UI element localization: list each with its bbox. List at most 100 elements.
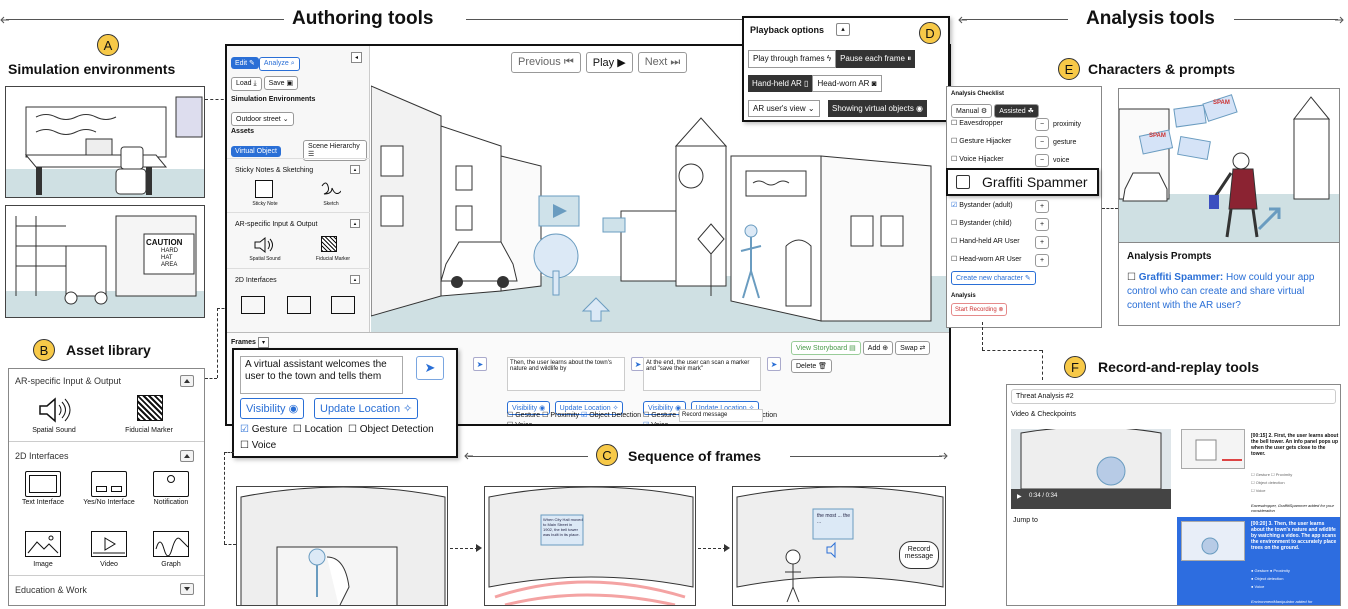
speaker-icon[interactable] (253, 236, 275, 254)
collapse-button[interactable]: ▴ (350, 165, 360, 174)
checklist-row[interactable]: ☐ Voice Hijacker (951, 155, 1004, 163)
add-character-button[interactable]: + (1035, 200, 1050, 213)
view-select[interactable]: AR user's view ⌄ (748, 100, 820, 117)
handheld-button[interactable]: Hand-held AR ▯ (748, 75, 813, 92)
analyze-button[interactable]: Analyze ⌕ (258, 57, 300, 71)
showing-virtual-button[interactable]: Showing virtual objects ◉ (828, 100, 928, 117)
frame-2-voice[interactable]: ☐ Voice (507, 421, 532, 424)
speaker-icon[interactable] (37, 397, 71, 423)
editor-sidebar: Edit ✎ Analyze ⌕ ◂ Load ⤓ Save ▣ Simulatio… (227, 46, 370, 332)
add-character-button[interactable]: + (1035, 236, 1050, 249)
character-row[interactable]: ☐ Hand-held AR User (951, 237, 1020, 245)
character-name: Hand-held AR User (959, 238, 1020, 245)
pause-each-button[interactable]: Pause each frame ⏸ (836, 50, 916, 68)
headworn-button[interactable]: Head-worn AR ◙ (812, 75, 882, 92)
cp-opt: Gesture (1254, 568, 1269, 573)
image-icon[interactable] (25, 531, 61, 557)
bell-tower-info: When City Hall moved to Main Street in 1… (543, 517, 583, 537)
character-row[interactable]: ☐ Bystander (child) (951, 219, 1012, 227)
notification-icon[interactable] (331, 296, 355, 314)
frame-1-text[interactable]: A virtual assistant welcomes the user to… (240, 356, 403, 394)
collapse-button[interactable] (180, 450, 194, 462)
update-location-button[interactable]: Update Location ✧ (314, 398, 419, 419)
qr-icon[interactable] (137, 395, 163, 421)
notification-icon[interactable] (153, 471, 189, 497)
checklist-row[interactable]: ☐ Eavesdropper (951, 119, 1003, 127)
next-button[interactable]: Next ⏭ (637, 52, 688, 73)
arrow-left-icon (958, 15, 968, 25)
assisted-button[interactable]: Assisted ☘ (994, 104, 1039, 118)
visibility-label: Visibility (246, 403, 286, 415)
character-row[interactable]: ☐ Head-worn AR User (951, 255, 1021, 263)
object-detection-checkbox[interactable]: ☐ (348, 424, 357, 435)
view-storyboard-button[interactable]: View Storyboard ▤ (791, 341, 861, 355)
checkpoint-1-thumb[interactable] (1181, 429, 1245, 469)
frame-3-text[interactable]: At the end, the user can scan a marker a… (643, 357, 761, 391)
save-button[interactable]: Save ▣ (263, 76, 299, 90)
create-character-button[interactable]: Create new character ✎ (951, 271, 1036, 285)
character-name: Head-worn AR User (959, 256, 1022, 263)
start-recording-button[interactable]: Start Recording ⊗ (951, 303, 1008, 316)
analysis-tools-header: Analysis tools (1086, 8, 1215, 29)
collapse-button[interactable] (180, 375, 194, 387)
prompt-graffiti[interactable]: ☐ Graffiti Spammer: How could your app c… (1127, 271, 1333, 313)
delete-frame-button[interactable]: Delete 🗑 (791, 359, 833, 373)
swap-frames-button[interactable]: Swap ⇄ (895, 341, 931, 355)
location-arrow-icon[interactable]: ➤ (767, 357, 781, 371)
video-play-icon[interactable]: ▶ (1017, 493, 1022, 500)
interfaces-2d-heading: 2D Interfaces (15, 451, 69, 461)
collapse-button[interactable]: ▴ (350, 219, 360, 228)
analysis-title-input[interactable]: Threat Analysis #2 (1011, 389, 1336, 404)
video-icon[interactable] (91, 531, 127, 557)
play-through-button[interactable]: Play through frames ϟ (748, 50, 837, 68)
cp-opt: Proximity (1273, 568, 1290, 573)
prompt-checkbox[interactable]: ☐ (1127, 272, 1136, 283)
collapse-sidebar-button[interactable]: ◂ (351, 52, 362, 63)
info-panel-text: the most ... the ... (817, 513, 851, 525)
location-arrow-icon[interactable]: ➤ (473, 357, 487, 371)
analysis-checklist-panel: Analysis Checklist Manual ⚙ Assisted ☘ ☐ … (946, 86, 1102, 328)
checkpoint-2-card[interactable]: [00:20] 3. Then, the user learns about t… (1177, 517, 1340, 605)
sketch-icon[interactable] (319, 180, 341, 200)
yes-no-icon[interactable] (91, 471, 127, 497)
character-row[interactable]: ☑ Bystander (adult) (951, 201, 1013, 209)
checkpoint-1-opts: ☐ Gesture ☐ Proximity ☐ Object detection… (1251, 472, 1293, 493)
location-checkbox[interactable]: ☐ (293, 424, 302, 435)
manual-button[interactable]: Manual ⚙ (951, 104, 993, 118)
checkpoint-2-thumb[interactable] (1181, 521, 1245, 561)
virtual-object-tab[interactable]: Virtual Object (231, 146, 281, 157)
text-interface-icon[interactable] (241, 296, 265, 314)
gesture-checkbox[interactable]: ☑ (240, 424, 249, 435)
threat-name: Eavesdropper (959, 120, 1003, 127)
video-player[interactable]: ▶ 0:34 / 0:34 (1011, 429, 1171, 509)
checklist-row[interactable]: ☐ Gesture Hijacker (951, 137, 1011, 145)
frame-3-voice[interactable]: ☑ Voice (643, 421, 668, 424)
collapse-button[interactable]: ▴ (836, 23, 850, 36)
load-button[interactable]: Load ⤓ (231, 77, 262, 91)
add-character-button[interactable]: + (1035, 218, 1050, 231)
edit-button[interactable]: Edit ✎ (231, 57, 259, 69)
frame-2-text[interactable]: Then, the user learns about the town's n… (507, 357, 625, 391)
sim-env-select[interactable]: Outdoor street ⌄ (231, 108, 296, 126)
sticky-note-label: Sticky Note (252, 201, 278, 207)
expand-button[interactable] (180, 583, 194, 595)
jump-to-button[interactable]: Jump to (1013, 517, 1038, 524)
location-arrow-icon[interactable]: ➤ (416, 356, 444, 380)
qr-icon[interactable] (321, 236, 337, 252)
sticky-note-icon[interactable] (255, 180, 273, 198)
collapse-button[interactable]: ▴ (350, 275, 360, 284)
text-interface-icon[interactable] (25, 471, 61, 497)
play-button[interactable]: Play ▶ (585, 52, 633, 73)
yes-no-icon[interactable] (287, 296, 311, 314)
add-frame-button[interactable]: Add ⊕ (862, 341, 894, 355)
previous-button[interactable]: Previous ⏮ (511, 52, 581, 73)
voice-check[interactable]: ☐ Voice (240, 440, 276, 451)
add-character-button[interactable]: + (1035, 254, 1050, 267)
frames-dropdown[interactable]: ▾ (258, 337, 269, 348)
record-message-input[interactable]: Record message (679, 409, 763, 422)
graph-icon[interactable] (153, 531, 189, 557)
graffiti-checkbox[interactable] (956, 175, 970, 189)
graffiti-spammer-row[interactable]: Graffiti Spammer (946, 168, 1099, 196)
view-storyboard-label: View Storyboard (796, 345, 848, 352)
visibility-button[interactable]: Visibility ◉ (240, 398, 305, 419)
